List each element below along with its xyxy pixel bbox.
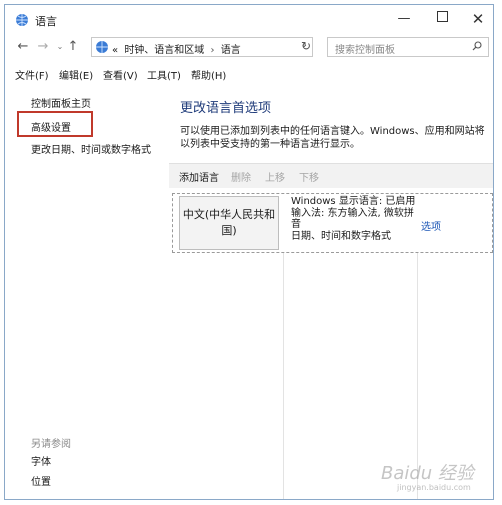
move-up-button[interactable]: 上移 bbox=[265, 169, 285, 184]
menu-edit[interactable]: 编辑(E) bbox=[59, 67, 93, 82]
address-bar[interactable]: « 时钟、语言和区域 › 语言 ⌄ bbox=[91, 37, 313, 57]
location-link[interactable]: 位置 bbox=[31, 473, 51, 488]
title-bar: 语言 — ✕ bbox=[5, 5, 493, 35]
minimize-button[interactable]: — bbox=[389, 9, 419, 29]
date-time-format-info: 日期、时间和数字格式 bbox=[291, 230, 391, 242]
language-window: 语言 — ✕ ← → ⌄ ↑ « 时钟、语言和区域 › 语言 ⌄ ↻ 搜索控制面… bbox=[4, 4, 494, 500]
input-method-info: 输入法: 东方输入法, 微软拼音 bbox=[291, 207, 414, 231]
breadcrumb-separator-icon[interactable]: › bbox=[208, 45, 218, 56]
see-also-heading: 另请参阅 bbox=[31, 439, 71, 450]
language-item-chinese[interactable]: 中文(中华人民共和国) bbox=[179, 196, 279, 250]
maximize-icon bbox=[436, 11, 448, 22]
breadcrumb-language[interactable]: 语言 bbox=[221, 45, 241, 56]
address-overflow[interactable]: « bbox=[112, 45, 118, 56]
language-location-icon bbox=[96, 41, 108, 53]
breadcrumb-clock-language-region[interactable]: 时钟、语言和区域 bbox=[121, 45, 204, 56]
back-button[interactable]: ← bbox=[15, 38, 31, 56]
refresh-button[interactable]: ↻ bbox=[301, 39, 311, 53]
search-placeholder[interactable]: 搜索控制面板 bbox=[335, 41, 395, 56]
page-description: 可以使用已添加到列表中的任何语言键入。Windows、应用和网站将以列表中受支持… bbox=[180, 126, 485, 150]
menu-tools[interactable]: 工具(T) bbox=[147, 67, 181, 82]
language-toolbar: 添加语言 删除 上移 下移 bbox=[169, 163, 493, 188]
remove-button[interactable]: 删除 bbox=[231, 169, 251, 184]
left-navigation-pane: 控制面板主页 高级设置 更改日期、时间或数字格式 另请参阅 字体 位置 bbox=[5, 85, 167, 499]
add-language-button[interactable]: 添加语言 bbox=[179, 169, 219, 184]
move-down-button[interactable]: 下移 bbox=[299, 169, 319, 184]
address-path: « 时钟、语言和区域 › 语言 bbox=[112, 41, 241, 56]
language-list: 中文(中华人民共和国) Windows 显示语言: 已启用 输入法: 东方输入法… bbox=[172, 193, 493, 253]
language-app-icon bbox=[16, 14, 28, 26]
menu-bar: 文件(F) 编辑(E) 查看(V) 工具(T) 帮助(H) bbox=[5, 65, 493, 83]
window-title: 语言 bbox=[35, 15, 57, 28]
column-divider bbox=[283, 253, 284, 499]
language-info: Windows 显示语言: 已启用 输入法: 东方输入法, 微软拼音 日期、时间… bbox=[291, 196, 419, 242]
watermark-url: jingyan.baidu.com bbox=[397, 483, 471, 492]
menu-help[interactable]: 帮助(H) bbox=[191, 67, 226, 82]
maximize-button[interactable] bbox=[427, 9, 457, 29]
search-icon[interactable] bbox=[472, 41, 482, 51]
control-panel-home-link[interactable]: 控制面板主页 bbox=[31, 95, 91, 110]
menu-file[interactable]: 文件(F) bbox=[15, 67, 49, 82]
navigation-bar: ← → ⌄ ↑ « 时钟、语言和区域 › 语言 ⌄ ↻ 搜索控制面板 bbox=[5, 37, 493, 59]
fonts-link[interactable]: 字体 bbox=[31, 453, 51, 468]
change-date-time-format-link[interactable]: 更改日期、时间或数字格式 bbox=[31, 141, 151, 156]
page-title: 更改语言首选项 bbox=[180, 101, 272, 116]
advanced-settings-link[interactable]: 高级设置 bbox=[31, 119, 71, 134]
display-language-status: Windows 显示语言: 已启用 bbox=[291, 196, 416, 207]
close-button[interactable]: ✕ bbox=[463, 9, 493, 29]
menu-view[interactable]: 查看(V) bbox=[103, 67, 138, 82]
up-button[interactable]: ↑ bbox=[65, 38, 81, 56]
language-options-link[interactable]: 选项 bbox=[421, 218, 441, 233]
search-box[interactable]: 搜索控制面板 bbox=[327, 37, 489, 57]
forward-button[interactable]: → bbox=[35, 38, 51, 56]
watermark-logo: Baidu 经验 bbox=[381, 463, 474, 484]
main-content: 更改语言首选项 可以使用已添加到列表中的任何语言键入。Windows、应用和网站… bbox=[169, 85, 493, 499]
